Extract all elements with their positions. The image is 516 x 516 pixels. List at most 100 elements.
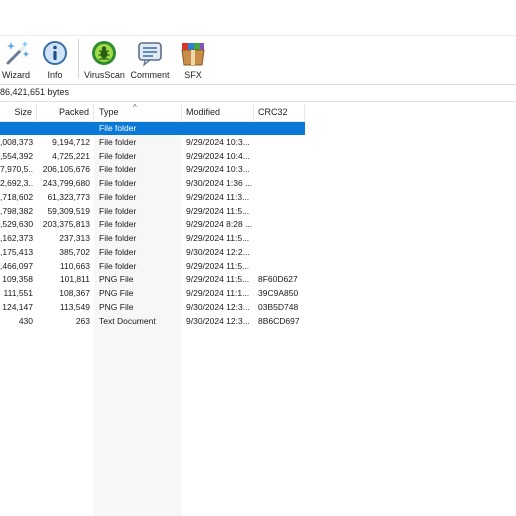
- cell-size: ,798,382: [0, 205, 33, 216]
- cell-crc32: 8F60D627: [258, 274, 298, 285]
- cell-modified: [186, 122, 254, 135]
- table-row[interactable]: 124,147 113,549 PNG File 9/30/2024 12:3... 0…: [0, 301, 305, 314]
- cell-size: ,175,413: [0, 246, 33, 257]
- cell-type: PNG File: [99, 288, 134, 298]
- cell-packed: 206,105,676: [42, 164, 90, 175]
- cell-crc32: [258, 246, 305, 259]
- archive-size-text: 86,421,651 bytes: [0, 87, 70, 97]
- cell-type: File folder: [99, 123, 137, 133]
- cell-crc32: [258, 205, 305, 218]
- cell-modified: 9/30/2024 1:36 ...: [186, 178, 253, 188]
- table-row[interactable]: ,718,602 61,323,773 File folder 9/29/2024 1…: [0, 191, 305, 204]
- table-row[interactable]: ,529,630 203,375,813 File folder 9/29/2024 …: [0, 218, 305, 231]
- cell-crc32: 03B5D748: [258, 301, 299, 312]
- archive-size-bar: 86,421,651 bytes: [0, 85, 516, 102]
- cell-modified: 9/30/2024 12:2...: [186, 246, 250, 257]
- virus-scan-icon: [92, 41, 116, 65]
- cell-packed: 243,799,680: [42, 178, 90, 188]
- cell-packed: 59,309,519: [47, 205, 90, 216]
- cell-packed: 203,375,813: [42, 219, 90, 230]
- cell-crc32: [258, 260, 305, 273]
- cell-crc32: [258, 191, 305, 204]
- wizard-button[interactable]: Wizard: [0, 39, 32, 81]
- virusscan-button[interactable]: VirusScan: [84, 39, 125, 81]
- cell-size: [0, 122, 33, 135]
- column-header-modified[interactable]: Modified: [182, 104, 254, 121]
- table-row[interactable]: 430 263 Text Document 9/30/2024 12:3... 8B6C…: [0, 315, 305, 328]
- cell-modified: 9/29/2024 10:3...: [186, 164, 250, 175]
- cell-packed: 113,549: [59, 301, 90, 312]
- cell-crc32: [258, 122, 305, 135]
- cell-modified: 9/29/2024 11:5...: [186, 205, 250, 216]
- cell-crc32: 8B6CD697: [258, 315, 300, 326]
- sfx-label: SFX: [184, 70, 202, 80]
- cell-type: File folder: [99, 233, 137, 243]
- cell-size: 124,147: [2, 301, 33, 312]
- table-row[interactable]: File folder: [0, 122, 305, 135]
- info-button[interactable]: Info: [40, 39, 70, 81]
- table-row[interactable]: ,008,373 9,194,712 File folder 9/29/2024 10…: [0, 136, 305, 149]
- comment-button[interactable]: Comment: [129, 39, 171, 81]
- cell-crc32: [258, 218, 305, 231]
- table-row[interactable]: 7,970,5... 206,105,676 File folder 9/29/202…: [0, 163, 305, 176]
- cell-type: File folder: [99, 219, 137, 230]
- cell-modified: 9/29/2024 11:5...: [186, 274, 250, 285]
- cell-crc32: [258, 163, 305, 176]
- cell-modified: 9/29/2024 8:28 ...: [186, 219, 253, 230]
- cell-type: File folder: [99, 136, 137, 147]
- cell-modified: 9/29/2024 10:3...: [186, 136, 250, 147]
- cell-modified: 9/29/2024 11:1...: [186, 288, 250, 298]
- info-label: Info: [47, 70, 63, 80]
- column-header-row: Size Packed Type Modified CRC32 ^: [0, 103, 305, 122]
- cell-size: ,162,373: [0, 233, 33, 243]
- cell-modified: 9/29/2024 11:5...: [186, 260, 250, 271]
- toolbar-separator: [78, 39, 79, 79]
- cell-type: Text Document: [99, 315, 156, 326]
- table-row[interactable]: 109,358 101,811 PNG File 9/29/2024 11:5... 8…: [0, 273, 305, 286]
- cell-packed: 108,367: [59, 288, 90, 298]
- table-row[interactable]: 2,692,3... 243,799,680 File folder 9/30/202…: [0, 177, 305, 190]
- cell-packed: 237,313: [59, 233, 90, 243]
- cell-type: PNG File: [99, 301, 134, 312]
- toolbar: Wizard Info VirusScan Comment SFX: [0, 36, 516, 85]
- sfx-archive-icon: [181, 43, 205, 66]
- sort-ascending-icon: ^: [133, 103, 137, 112]
- cell-type: File folder: [99, 191, 137, 202]
- cell-size: ,466,097: [0, 260, 33, 271]
- comment-icon: [138, 42, 162, 67]
- cell-modified: 9/29/2024 11:5...: [186, 233, 250, 243]
- cell-size: ,529,630: [0, 219, 33, 230]
- cell-type: PNG File: [99, 274, 134, 285]
- cell-crc32: [258, 136, 305, 149]
- cell-packed: 9,194,712: [52, 136, 90, 147]
- table-row[interactable]: ,798,382 59,309,519 File folder 9/29/2024 1…: [0, 205, 305, 218]
- cell-packed: 61,323,773: [47, 191, 90, 202]
- column-header-crc32[interactable]: CRC32: [254, 104, 305, 121]
- cell-crc32: 39C9A850: [258, 288, 299, 298]
- cell-packed: 4,725,221: [52, 150, 90, 161]
- cell-packed: 110,663: [59, 260, 90, 271]
- cell-type: File folder: [99, 246, 137, 257]
- cell-type: File folder: [99, 260, 137, 271]
- column-header-size[interactable]: Size: [0, 104, 37, 121]
- cell-packed: 101,811: [59, 274, 90, 285]
- cell-crc32: [258, 177, 305, 190]
- virusscan-label: VirusScan: [84, 70, 125, 80]
- wizard-wand-icon: [6, 41, 29, 65]
- column-header-packed[interactable]: Packed: [37, 104, 94, 121]
- cell-type: File folder: [99, 178, 137, 188]
- table-row[interactable]: ,162,373 237,313 File folder 9/29/2024 11:5…: [0, 232, 305, 245]
- table-row[interactable]: 111,551 108,367 PNG File 9/29/2024 11:1... 3…: [0, 287, 305, 300]
- cell-size: ,008,373: [0, 136, 33, 147]
- cell-modified: 9/30/2024 12:3...: [186, 301, 250, 312]
- wizard-label: Wizard: [1, 70, 30, 80]
- cell-size: 111,551: [3, 288, 33, 298]
- table-row[interactable]: ,175,413 385,702 File folder 9/30/2024 12:2…: [0, 246, 305, 259]
- cell-modified: 9/29/2024 10:4...: [186, 150, 250, 161]
- cell-packed: [37, 122, 90, 135]
- table-row[interactable]: ,466,097 110,663 File folder 9/29/2024 11:5…: [0, 260, 305, 273]
- column-header-type[interactable]: Type: [94, 104, 182, 121]
- cell-modified: 9/29/2024 11:3...: [186, 191, 250, 202]
- table-row[interactable]: ,554,392 4,725,221 File folder 9/29/2024 10…: [0, 150, 305, 163]
- sfx-button[interactable]: SFX: [177, 39, 209, 81]
